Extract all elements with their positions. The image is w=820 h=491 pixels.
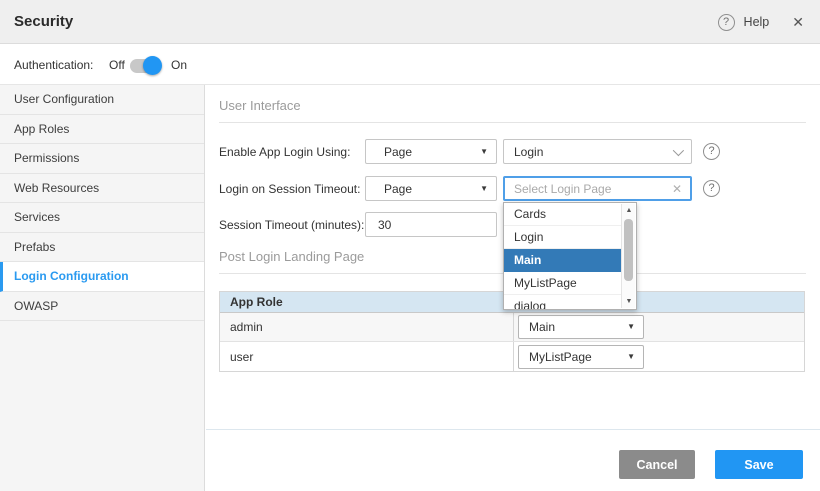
dropdown-option-login[interactable]: Login	[504, 226, 621, 249]
help-icon[interactable]: ?	[718, 14, 735, 31]
caret-down-icon: ▼	[480, 148, 488, 156]
sidebar-item-services[interactable]: Services	[0, 203, 204, 233]
cancel-button[interactable]: Cancel	[619, 450, 695, 479]
sidebar: User Configuration App Roles Permissions…	[0, 85, 205, 491]
select-value: Main	[529, 320, 555, 334]
help-icon[interactable]: ?	[703, 143, 720, 160]
scroll-down-icon[interactable]: ▼	[622, 295, 636, 308]
authentication-label: Authentication:	[14, 58, 93, 72]
scrollbar-thumb[interactable]	[624, 219, 633, 281]
toggle-off-label: Off	[109, 58, 125, 72]
login-page-dropdown-list: Cards Login Main MyListPage dialog ▲ ▼	[503, 202, 637, 310]
clear-icon[interactable]: ✕	[672, 182, 682, 196]
section-title-post-login: Post Login Landing Page	[219, 249, 364, 264]
role-cell: user	[220, 342, 513, 371]
close-icon[interactable]: ✕	[792, 14, 804, 31]
login-on-timeout-type-select[interactable]: Page ▼	[365, 176, 497, 201]
combobox-value: Login	[514, 145, 543, 159]
sidebar-item-permissions[interactable]: Permissions	[0, 144, 204, 174]
enable-app-login-type-select[interactable]: Page ▼	[365, 139, 497, 164]
section-divider	[219, 122, 806, 123]
caret-down-icon: ▼	[627, 353, 635, 361]
save-button[interactable]: Save	[715, 450, 803, 479]
caret-down-icon: ▼	[627, 323, 635, 331]
enable-app-login-label: Enable App Login Using:	[219, 139, 350, 164]
role-cell: admin	[220, 313, 513, 341]
footer-divider	[206, 429, 820, 430]
page-cell: MyListPage ▼	[513, 342, 804, 371]
page-title: Security	[14, 13, 73, 30]
session-timeout-field	[365, 212, 497, 237]
sidebar-item-web-resources[interactable]: Web Resources	[0, 174, 204, 204]
select-login-page-field: ✕	[503, 176, 692, 201]
page-cell: Main ▼	[513, 313, 804, 341]
sidebar-item-login-configuration[interactable]: Login Configuration	[0, 262, 204, 292]
titlebar: Security ? Help ✕	[0, 0, 820, 44]
session-timeout-input[interactable]	[378, 218, 484, 232]
main-content: User Interface Enable App Login Using: P…	[206, 85, 820, 491]
dropdown-option-dialog[interactable]: dialog	[504, 295, 621, 310]
dropdown-option-main[interactable]: Main	[504, 249, 621, 272]
toggle-on-label: On	[171, 58, 187, 72]
sidebar-item-owasp[interactable]: OWASP	[0, 292, 204, 322]
dropdown-option-mylistpage[interactable]: MyListPage	[504, 272, 621, 295]
help-link[interactable]: Help	[744, 15, 770, 29]
sidebar-item-prefabs[interactable]: Prefabs	[0, 233, 204, 263]
section-title-user-interface: User Interface	[219, 98, 301, 113]
select-login-page-input[interactable]	[514, 182, 664, 196]
select-value: Page	[384, 182, 412, 196]
caret-down-icon: ▼	[480, 185, 488, 193]
titlebar-actions: ? Help ✕	[718, 0, 804, 44]
enable-app-login-page-combobox[interactable]: Login	[503, 139, 692, 164]
security-dialog: Security ? Help ✕ Authentication: Off On…	[0, 0, 820, 491]
login-on-timeout-label: Login on Session Timeout:	[219, 176, 360, 201]
table-row: admin Main ▼	[220, 313, 804, 342]
toggle-knob	[143, 56, 162, 75]
authentication-toggle[interactable]	[130, 59, 160, 73]
table-row: user MyListPage ▼	[220, 342, 804, 371]
chevron-down-icon	[673, 144, 684, 155]
select-value: Page	[384, 145, 412, 159]
select-value: MyListPage	[529, 350, 592, 364]
landing-page-select-admin[interactable]: Main ▼	[518, 315, 644, 339]
authentication-row: Authentication: Off On	[0, 44, 820, 85]
sidebar-item-app-roles[interactable]: App Roles	[0, 115, 204, 145]
help-icon[interactable]: ?	[703, 180, 720, 197]
dropdown-option-cards[interactable]: Cards	[504, 203, 621, 226]
scroll-up-icon[interactable]: ▲	[622, 204, 636, 217]
dropdown-scrollbar[interactable]: ▲ ▼	[621, 204, 635, 308]
landing-page-select-user[interactable]: MyListPage ▼	[518, 345, 644, 369]
session-timeout-label: Session Timeout (minutes):	[219, 212, 364, 237]
sidebar-item-user-configuration[interactable]: User Configuration	[0, 85, 204, 115]
